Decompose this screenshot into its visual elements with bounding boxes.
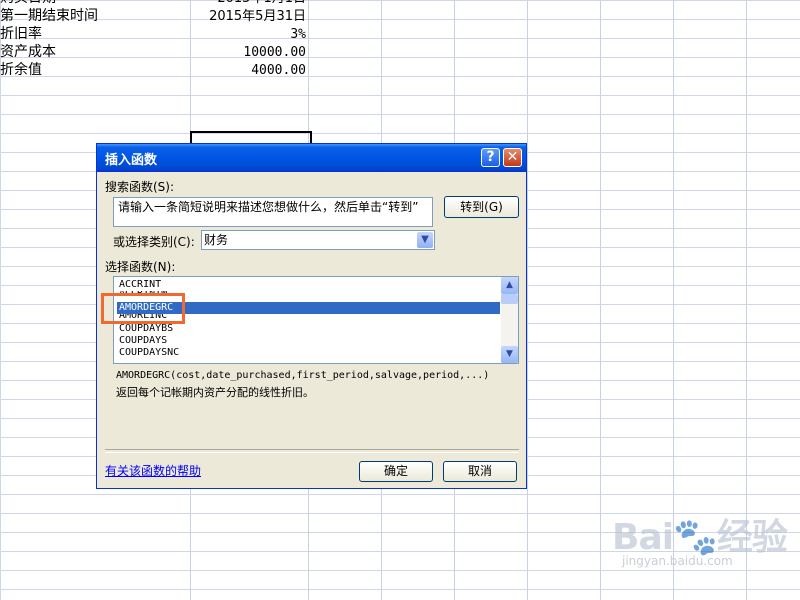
scroll-up-icon[interactable]: ▲ xyxy=(501,277,518,294)
chevron-down-icon[interactable]: ▼ xyxy=(417,232,433,248)
help-button[interactable]: ? xyxy=(481,148,500,167)
function-help-link[interactable]: 有关该函数的帮助 xyxy=(105,462,201,479)
category-select[interactable]: 财务 ▼ xyxy=(201,230,435,250)
list-item[interactable]: ACCRINT xyxy=(117,279,500,291)
list-item[interactable]: COUPDAYS xyxy=(117,335,500,347)
divider xyxy=(105,449,519,453)
dialog-title: 插入函数 xyxy=(105,153,158,168)
functions-label: 选择函数(N): xyxy=(105,260,176,274)
watermark-logo: Bai🐾经验 xyxy=(612,517,788,558)
column-divider xyxy=(527,0,528,600)
function-signature: AMORDEGRC(cost,date_purchased,first_peri… xyxy=(116,370,490,381)
list-item[interactable]: COUPDAYBS xyxy=(117,323,500,335)
list-item[interactable]: COUPDAYSNC xyxy=(117,347,500,359)
scroll-thumb[interactable] xyxy=(501,294,518,304)
function-description: 返回每个记帐期内资产分配的线性折旧。 xyxy=(116,386,314,399)
close-icon: ✕ xyxy=(506,149,519,165)
question-icon: ? xyxy=(486,149,495,165)
goto-button[interactable]: 转到(G) xyxy=(444,196,519,218)
category-value: 财务 xyxy=(204,233,229,247)
watermark-url: jingyan.baidu.com xyxy=(622,554,733,568)
dialog-titlebar[interactable]: 插入函数 ? ✕ xyxy=(97,144,526,172)
close-button[interactable]: ✕ xyxy=(503,148,522,167)
cell-value[interactable]: 4000.00 xyxy=(0,61,306,80)
search-label: 搜索函数(S): xyxy=(105,180,175,194)
search-input[interactable]: 请输入一条简短说明来描述您想做什么，然后单击“转到” xyxy=(113,197,433,227)
cancel-button[interactable]: 取消 xyxy=(443,461,517,482)
watermark: Bai🐾经验 jingyan.baidu.com xyxy=(612,508,788,568)
cell-value[interactable]: 2015年5月31日 xyxy=(0,7,306,26)
annotation-highlight xyxy=(101,293,185,324)
ok-button[interactable]: 确定 xyxy=(359,461,433,482)
column-divider xyxy=(600,0,601,600)
cell-value[interactable]: 3% xyxy=(0,25,306,44)
cell-value[interactable]: 10000.00 xyxy=(0,43,306,62)
scrollbar[interactable]: ▲ ▼ xyxy=(501,277,518,363)
category-label: 或选择类别(C): xyxy=(113,235,195,249)
scroll-down-icon[interactable]: ▼ xyxy=(501,346,518,363)
